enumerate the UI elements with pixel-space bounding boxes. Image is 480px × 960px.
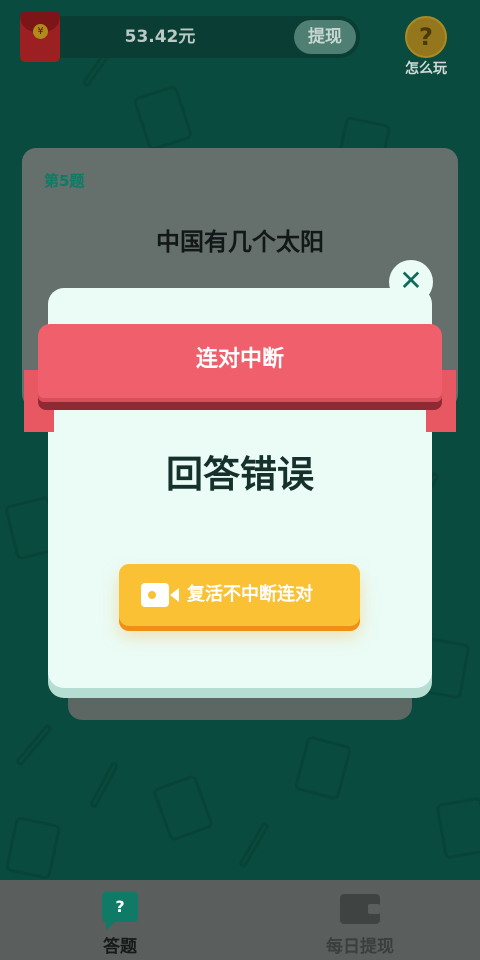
nav-item-daily-withdraw[interactable]: 每日提现 xyxy=(240,880,480,960)
top-bar: 53.42元 提现 ¥ ? 怎么玩 xyxy=(0,0,480,80)
balance-value: 53.42元 xyxy=(124,27,196,47)
nav-label-daily-withdraw: 每日提现 xyxy=(326,937,394,957)
balance-pill: 53.42元 提现 xyxy=(30,16,360,58)
red-envelope-icon: ¥ xyxy=(20,12,60,62)
how-to-play-button[interactable]: ? 怎么玩 xyxy=(396,16,456,77)
video-camera-icon xyxy=(141,583,179,607)
how-to-play-label: 怎么玩 xyxy=(405,61,447,77)
withdraw-button[interactable]: 提现 xyxy=(294,20,356,54)
question-number: 第5题 xyxy=(44,172,85,190)
revive-button-label: 复活不中断连对 xyxy=(187,584,313,605)
question-text: 中国有几个太阳 xyxy=(156,228,324,256)
question-bubble-icon: ? xyxy=(102,892,138,930)
nav-label-quiz: 答题 xyxy=(103,937,137,957)
bottom-nav: ? 答题 每日提现 xyxy=(0,880,480,960)
nav-item-quiz[interactable]: ? 答题 xyxy=(0,880,240,960)
ribbon-title: 连对中断 xyxy=(195,347,284,372)
wallet-icon xyxy=(340,894,380,924)
question-mark-icon: ? xyxy=(405,16,447,58)
close-icon[interactable]: ✕ xyxy=(389,260,433,304)
answer-result-message: 回答错误 xyxy=(166,453,314,496)
revive-button[interactable]: 复活不中断连对 xyxy=(119,564,360,626)
modal-ribbon: 连对中断 xyxy=(38,324,442,398)
